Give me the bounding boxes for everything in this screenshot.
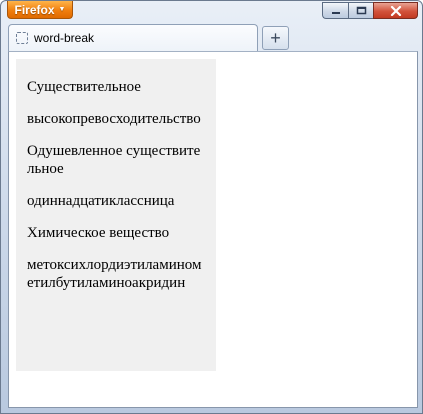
window-controls [322,2,418,19]
page-content: Существительное высокопревосходительство… [8,51,418,408]
close-icon [390,5,401,16]
page-icon [16,32,28,44]
word-item: метоксихлордиэтиламинометилбутиламиноакр… [27,257,202,291]
minimize-icon [331,11,340,14]
tab-word-break[interactable]: word-break [8,24,258,51]
tab-strip: word-break + [1,23,422,51]
minimize-button[interactable] [322,2,348,19]
firefox-menu-label: Firefox [14,2,55,17]
tab-title: word-break [34,31,95,45]
browser-window: Firefox ▼ word-break + Существительное в… [0,0,423,414]
word-item: высокопревосходительство [27,111,201,127]
word-item: Химическое вещество [27,225,170,241]
maximize-button[interactable] [348,2,373,19]
title-bar[interactable]: Firefox ▼ [1,1,422,23]
new-tab-button[interactable]: + [262,26,289,50]
firefox-menu-button[interactable]: Firefox ▼ [7,1,73,19]
word-break-panel: Существительное высокопревосходительство… [16,59,216,371]
close-button[interactable] [373,2,418,19]
word-item: Одушевленное существительное [27,143,201,177]
word-item: одиннадцатиклассница [27,193,175,209]
plus-icon: + [270,28,281,48]
maximize-icon [356,6,366,15]
word-item: Существительное [27,79,141,95]
chevron-down-icon: ▼ [58,6,66,13]
